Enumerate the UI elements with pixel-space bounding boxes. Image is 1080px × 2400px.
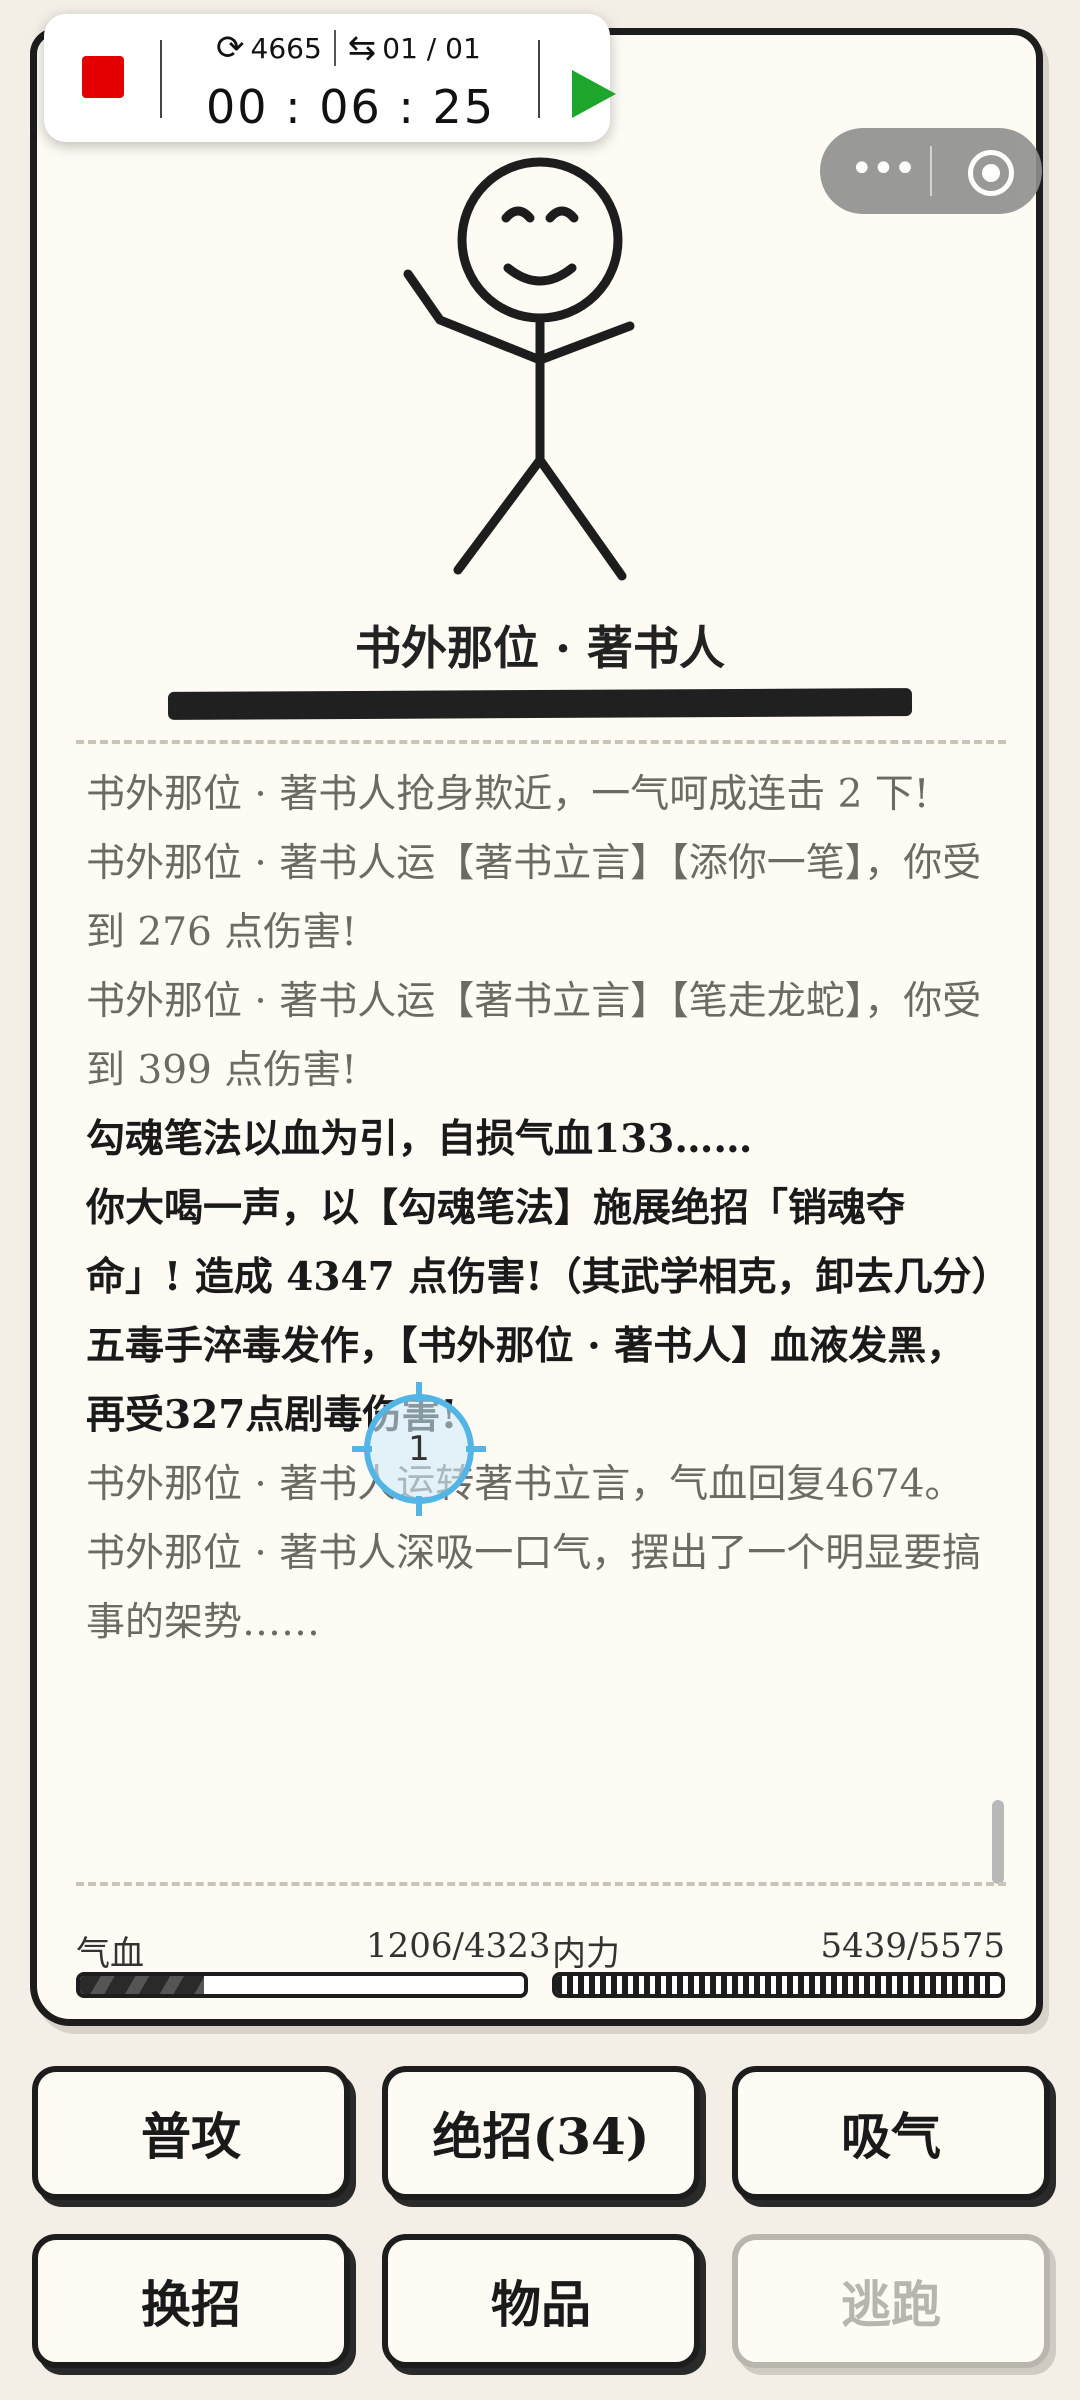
ultimate-button[interactable]: 绝招(34) <box>382 2066 700 2200</box>
run-count: 01 / 01 <box>382 31 481 65</box>
recorder-counters: ⟳ 4665 ⇆ 01 / 01 <box>216 30 516 66</box>
stop-record-button[interactable] <box>82 56 124 98</box>
switch-move-button[interactable]: 换招 <box>32 2234 350 2368</box>
crosshair-tick <box>416 1382 422 1402</box>
log-scrollbar[interactable] <box>992 1800 1004 1884</box>
screen-recorder-panel: ⟳ 4665 ⇆ 01 / 01 00 : 06 : 25 <box>44 14 616 142</box>
crosshair-tick <box>466 1446 486 1452</box>
mp-value: 5439/5575 <box>820 1926 1005 1966</box>
touch-index: 1 <box>408 1429 430 1469</box>
player-mp-bar <box>552 1972 1005 1998</box>
divider <box>76 740 1006 744</box>
log-entry: 书外那位 · 著书人运【著书立言】【添你一笔】，你受到 276 点伤害! <box>86 841 982 955</box>
loop-icon: ⟳ <box>216 28 245 68</box>
mp-label: 内力 <box>552 1934 620 1974</box>
player-mp-fill <box>556 1976 991 1994</box>
log-entry: 五毒手淬毒发作，【书外那位 · 著书人】血液发黑，再受327点剧毒伤害! <box>86 1323 966 1438</box>
enemy-stickman-icon <box>403 90 635 581</box>
log-entry: 书外那位 · 著书人深吸一口气，摆出了一个明显要搞事的架势…… <box>86 1531 982 1645</box>
log-entry: 书外那位 · 著书人抢身欺近，一气呵成连击 2 下! <box>86 772 930 817</box>
play-icon[interactable] <box>572 70 616 118</box>
loop-count: 4665 <box>250 31 322 65</box>
player-hp-fill <box>80 1976 204 1994</box>
divider <box>333 30 336 66</box>
attack-button[interactable]: 普攻 <box>32 2066 350 2200</box>
breathe-button[interactable]: 吸气 <box>732 2066 1050 2200</box>
crosshair-tick <box>352 1446 372 1452</box>
enemy-name: 书外那位 · 著书人 <box>354 621 726 675</box>
items-button[interactable]: 物品 <box>382 2234 700 2368</box>
divider <box>160 40 162 118</box>
miniprogram-capsule: ••• <box>820 128 1042 214</box>
log-entry: 书外那位 · 著书人运转著书立言，气血回复4674。 <box>86 1462 964 1507</box>
touch-point-indicator: 1 <box>352 1382 486 1516</box>
repeat-run-icon: ⇆ <box>347 28 377 68</box>
player-hp-bar <box>76 1972 528 1998</box>
divider <box>930 146 932 196</box>
hp-value: 1206/4323 <box>366 1926 551 1966</box>
close-target-icon[interactable] <box>968 150 1014 196</box>
divider <box>538 40 540 118</box>
divider <box>76 1882 1006 1886</box>
enemy-health-bar <box>167 688 913 720</box>
log-entry: 勾魂笔法以血为引，自损气血133…… <box>86 1116 753 1162</box>
hp-label: 气血 <box>76 1934 144 1974</box>
battle-log[interactable]: 书外那位 · 著书人抢身欺近，一气呵成连击 2 下! 书外那位 · 著书人运【著书… <box>86 760 991 1888</box>
crosshair-tick <box>416 1496 422 1516</box>
more-menu-icon[interactable]: ••• <box>850 146 917 192</box>
log-entry: 书外那位 · 著书人运【著书立言】【笔走龙蛇】，你受到 399 点伤害! <box>86 979 982 1093</box>
flee-button[interactable]: 逃跑 <box>732 2234 1050 2368</box>
recording-timer: 00 : 06 : 25 <box>206 80 496 134</box>
log-entry: 你大喝一声，以【勾魂笔法】施展绝招「销魂夺命」! 造成 4347 点伤害!（其武… <box>86 1185 991 1300</box>
